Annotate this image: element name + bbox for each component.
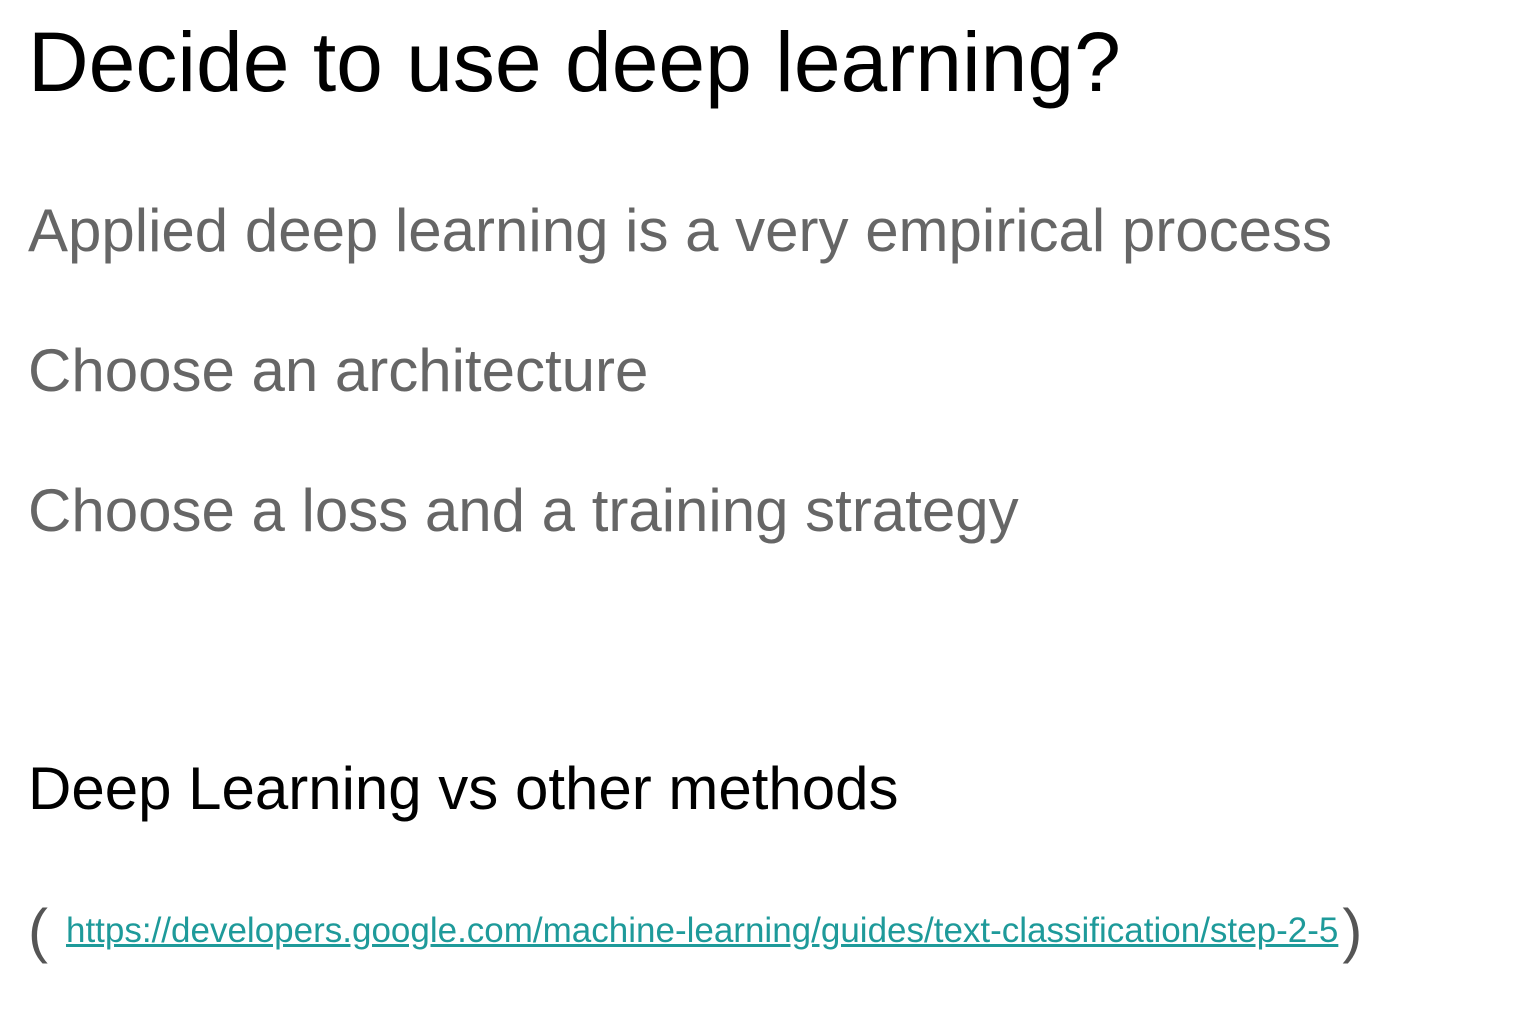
reference-link[interactable]: https://developers.google.com/machine-le… bbox=[66, 911, 1338, 950]
slide-title: Decide to use deep learning? bbox=[28, 15, 1121, 109]
subheading-dl-vs-other: Deep Learning vs other methods bbox=[28, 755, 899, 822]
open-paren: ( bbox=[28, 897, 48, 964]
bullet-choose-loss-strategy: Choose a loss and a training strategy bbox=[28, 477, 1019, 544]
bullet-empirical-process: Applied deep learning is a very empirica… bbox=[28, 197, 1333, 264]
reference-line: ( https://developers.google.com/machine-l… bbox=[28, 896, 1362, 966]
close-paren: ) bbox=[1342, 897, 1363, 964]
slide: Decide to use deep learning? Applied dee… bbox=[0, 0, 1530, 1022]
bullet-choose-architecture: Choose an architecture bbox=[28, 337, 649, 404]
